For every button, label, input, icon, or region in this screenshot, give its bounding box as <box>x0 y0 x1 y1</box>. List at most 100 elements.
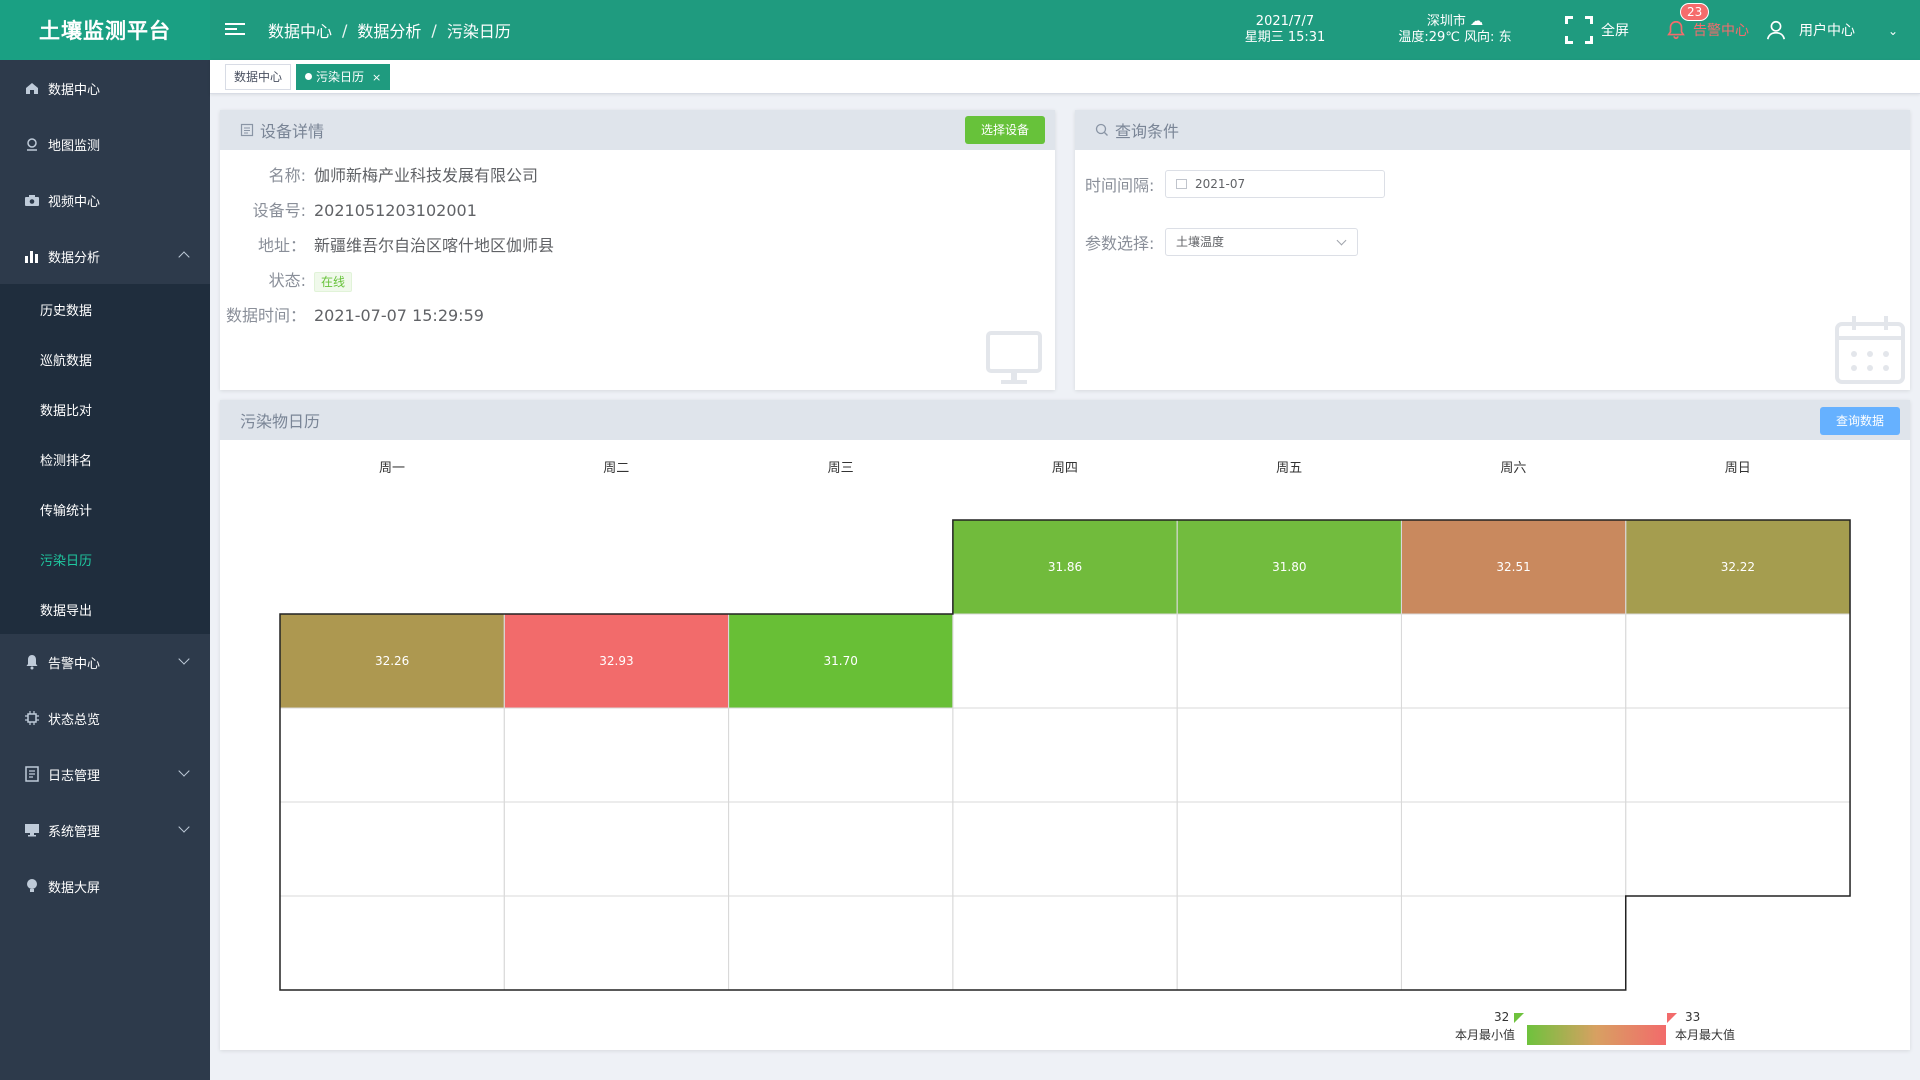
calendar-day-cell[interactable] <box>1177 614 1402 708</box>
calendar-day-cell[interactable] <box>1177 896 1402 990</box>
calendar-day-cell[interactable]: 32.26 <box>280 614 505 708</box>
close-icon[interactable]: × <box>372 71 381 84</box>
fullscreen-button[interactable]: 全屏 <box>1565 15 1629 45</box>
panel-title: 污染物日历 <box>240 412 321 431</box>
bulb-icon <box>27 879 37 892</box>
calendar-day-cell[interactable] <box>952 896 1178 990</box>
sidebar-subitem-transfer[interactable]: 传输统计 <box>0 484 210 534</box>
user-icon <box>1766 20 1786 40</box>
sidebar-item-label: 告警中心 <box>48 656 101 672</box>
sidebar-item-video-center[interactable]: 视频中心 <box>0 172 210 228</box>
field-label: 名称: <box>268 166 306 185</box>
field-value: 2021051203102001 <box>314 201 477 220</box>
calendar-day-cell[interactable]: 31.86 <box>952 520 1178 614</box>
chevron-down-icon <box>1336 235 1347 246</box>
sidebar-subitem-compare[interactable]: 数据比对 <box>0 384 210 434</box>
calendar-day-cell[interactable] <box>504 708 729 802</box>
breadcrumb-item[interactable]: 数据中心 <box>268 18 332 42</box>
breadcrumb-item[interactable]: 数据分析 <box>357 18 421 42</box>
calendar-day-cell[interactable]: 31.80 <box>1177 520 1402 614</box>
calendar-day-cell[interactable] <box>1401 614 1626 708</box>
fullscreen-label: 全屏 <box>1601 23 1629 39</box>
sidebar-item-data-analysis[interactable]: 数据分析 <box>0 228 210 284</box>
calendar-day-cell[interactable] <box>504 896 729 990</box>
calendar-day-cell[interactable] <box>1625 614 1851 708</box>
breadcrumb-item: 污染日历 <box>446 22 511 41</box>
calendar-day-cell[interactable] <box>504 802 729 896</box>
calendar-day-cell[interactable]: 31.70 <box>728 614 953 708</box>
breadcrumb: 数据中心 / 数据分析 / 污染日历 <box>268 0 511 60</box>
tab-label: 污染日历 <box>316 70 365 84</box>
calendar-day-cell[interactable] <box>1625 708 1851 802</box>
weekday-label: 周日 <box>1724 461 1751 476</box>
calendar-day-cell[interactable] <box>952 708 1178 802</box>
sidebar-item-label: 数据中心 <box>48 82 101 98</box>
menu-toggle-icon[interactable] <box>225 20 245 40</box>
sidebar-submenu: 历史数据 巡航数据 数据比对 检测排名 传输统计 污染日历 数据导出 <box>0 284 210 634</box>
sidebar-item-label: 数据大屏 <box>48 880 101 896</box>
sidebar-subitem-pollution-calendar[interactable]: 污染日历 <box>0 534 210 584</box>
calendar-day-cell[interactable]: 32.22 <box>1625 520 1851 614</box>
tab-pollution-calendar[interactable]: 污染日历 × <box>296 64 391 90</box>
select-device-button[interactable]: 选择设备 <box>965 116 1045 144</box>
calendar-day-cell[interactable]: 32.93 <box>504 614 729 708</box>
device-address-row: 地址： 新疆维吾尔自治区喀什地区伽师县 <box>220 232 554 256</box>
chevron-down-icon[interactable]: ⌄ <box>1888 24 1898 38</box>
sidebar-item-system-management[interactable]: 系统管理 <box>0 802 210 858</box>
sidebar-item-alarm-center[interactable]: 告警中心 <box>0 634 210 690</box>
sidebar-item-label: 地图监测 <box>48 138 101 154</box>
camera-icon <box>25 195 39 206</box>
device-data-time-row: 数据时间： 2021-07-07 15:29:59 <box>220 302 484 326</box>
calendar-day-cell[interactable] <box>1625 802 1851 896</box>
chevron-down-icon <box>178 821 190 833</box>
calendar-day-cell[interactable] <box>952 614 1178 708</box>
calendar-day-cell[interactable] <box>728 896 953 990</box>
calendar-day-cell[interactable]: 32.51 <box>1401 520 1626 614</box>
param-select[interactable]: 土壤温度 <box>1165 228 1358 256</box>
panel-title: 查询条件 <box>1115 122 1180 141</box>
calendar-day-cell[interactable] <box>952 802 1178 896</box>
sidebar-item-status-overview[interactable]: 状态总览 <box>0 690 210 746</box>
calendar-day-cell[interactable] <box>1177 708 1402 802</box>
calendar-day-cell[interactable] <box>280 802 505 896</box>
query-data-button[interactable]: 查询数据 <box>1820 407 1900 435</box>
alarm-center-button[interactable]: 告警中心 <box>1665 15 1749 45</box>
field-label: 状态: <box>268 271 306 290</box>
panel-header: 查询条件 <box>1075 110 1910 150</box>
sidebar-item-map-monitor[interactable]: 地图监测 <box>0 116 210 172</box>
calendar-day-cell[interactable] <box>1177 802 1402 896</box>
chevron-up-icon <box>178 251 190 263</box>
tab-data-center[interactable]: 数据中心 <box>225 64 292 90</box>
calendar-day-cell[interactable] <box>1401 708 1626 802</box>
calendar-day-cell[interactable] <box>728 708 953 802</box>
breadcrumb-separator: / <box>342 20 348 40</box>
user-center-button[interactable]: 用户中心 <box>1765 15 1855 45</box>
legend-max-handle-icon <box>1667 1013 1677 1023</box>
map-pin-icon <box>27 138 37 151</box>
sidebar: 数据中心 地图监测 视频中心 数据分析 历史数据 巡航数据 数据比对 检测排名 … <box>0 60 210 1080</box>
calendar-day-cell[interactable] <box>1401 802 1626 896</box>
sidebar-subitem-cruise[interactable]: 巡航数据 <box>0 334 210 384</box>
legend-min-value: 32 <box>1494 1010 1510 1024</box>
calendar-day-cell[interactable] <box>280 896 505 990</box>
sidebar-subitem-history[interactable]: 历史数据 <box>0 284 210 334</box>
month-picker-value: 2021-07 <box>1195 177 1246 191</box>
sidebar-item-log-management[interactable]: 日志管理 <box>0 746 210 802</box>
sidebar-item-data-screen[interactable]: 数据大屏 <box>0 858 210 914</box>
calendar-day-cell[interactable] <box>1401 896 1626 990</box>
calendar-day-cell[interactable] <box>728 802 953 896</box>
month-picker-input[interactable]: 2021-07 <box>1165 170 1385 198</box>
calendar-day-cell[interactable] <box>280 708 505 802</box>
sidebar-subitem-ranking[interactable]: 检测排名 <box>0 434 210 484</box>
sidebar-item-label: 视频中心 <box>48 194 101 210</box>
param-select-value: 土壤温度 <box>1176 235 1225 249</box>
device-detail-panel: 设备详情 选择设备 名称: 伽师新梅产业科技发展有限公司 设备号: 20210512… <box>220 110 1055 390</box>
field-value: 新疆维吾尔自治区喀什地区伽师县 <box>314 236 555 255</box>
app-logo-title: 土壤监测平台 <box>0 0 210 60</box>
header-weekday-time: 星期三 15:31 <box>1244 30 1326 45</box>
sidebar-item-label: 系统管理 <box>48 824 101 840</box>
sidebar-item-data-center[interactable]: 数据中心 <box>0 60 210 116</box>
weekday-label: 周一 <box>378 461 405 476</box>
header-city: 深圳市 <box>1426 14 1466 29</box>
sidebar-subitem-export[interactable]: 数据导出 <box>0 584 210 634</box>
